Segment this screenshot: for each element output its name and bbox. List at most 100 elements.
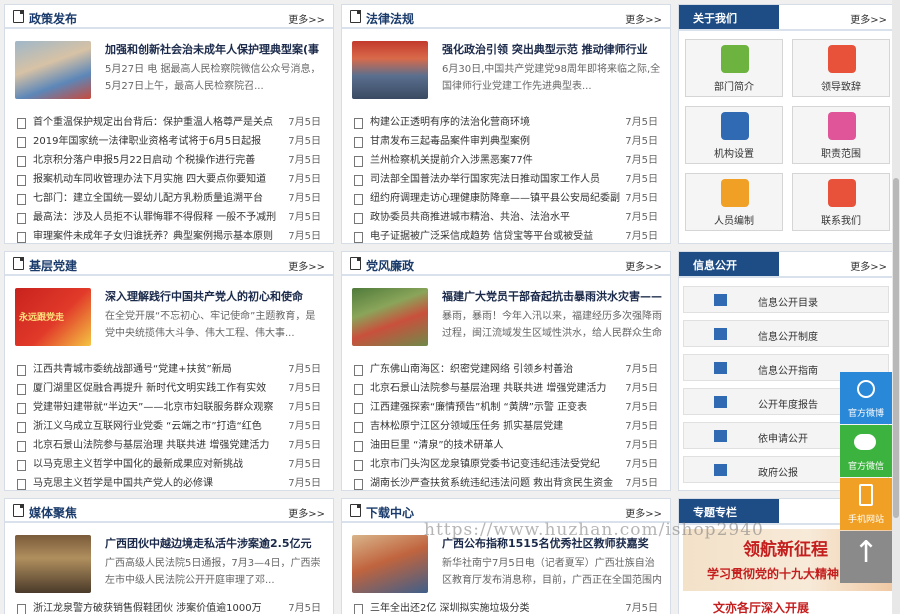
law-feature-image[interactable]	[352, 41, 428, 99]
party-feature[interactable]: 永远跟党走 深入理解践行中国共产党人的初心和使命 在全党开展“不忘初心、牢记使命…	[15, 288, 325, 358]
party-news-list: 江西共青城市委统战部通号“党建+扶贫”新局 7月5日 厦门湖里区促融合再提升 新时…	[15, 360, 323, 490]
news-item[interactable]: 2019年国家统一法律职业资格考试将于6月5日起报 7月5日	[15, 132, 323, 151]
news-item[interactable]: 浙江龙泉警方破获销售假鞋团伙 涉案价值逾1000万 7月5日	[15, 599, 323, 614]
clean-feature[interactable]: 福建广大党员干部奋起抗击暴雨洪水灾害—— 暴雨，暴雨！今年入汛以来，福建经历多次…	[352, 288, 662, 358]
mobile-site-button[interactable]: 手机网站	[840, 478, 892, 530]
policy-feature[interactable]: 加强和创新社会治未成年人保护理典型案(事 5月27日 电 据最高人民检察院微信公…	[15, 41, 325, 111]
law-news-list: 构建公正透明有序的法治化营商环境 7月5日 甘肃发布三起毒品案件审判典型案例 7月5…	[352, 113, 660, 243]
media-feature-title[interactable]: 广西团伙中越边境走私活牛涉案逾2.5亿元	[105, 535, 325, 551]
news-item[interactable]: 甘肃发布三起毒品案件审判典型案例 7月5日	[352, 132, 660, 151]
tile-leader-speech[interactable]: 领导致辞	[792, 39, 890, 97]
policy-feature-image[interactable]	[15, 41, 91, 99]
media-title: 媒体聚焦	[29, 506, 78, 520]
news-item[interactable]: 北京积分落户申报5月22日启动 个税操作进行完善 7月5日	[15, 151, 323, 170]
news-item[interactable]: 吉林松原宁江区分领域压任务 抓实基层党建 7月5日	[352, 417, 660, 436]
news-item[interactable]: 最高法：涉及人员拒不认罪悔罪不得假释 一般不予减刑 7月5日	[15, 208, 323, 227]
law-feature-title[interactable]: 强化政治引领 突出典型示范 推动律师行业	[442, 41, 662, 57]
news-item[interactable]: 以马克思主义哲学中国化的最新成果应对新挑战 7月5日	[15, 455, 323, 474]
policy-feature-title[interactable]: 加强和创新社会治未成年人保护理典型案(事	[105, 41, 325, 57]
clean-title: 党风廉政	[366, 259, 415, 273]
clean-news-list: 广东佛山南海区：织密党建网络 引领乡村善治 7月5日 北京石景山法院参与基层治理 …	[352, 360, 660, 490]
news-item[interactable]: 纽约府调理走访心理健康防降章——镇平县公安局纪委副 7月5日	[352, 189, 660, 208]
media-panel: 媒体聚焦 更多>> 广西团伙中越边境走私活牛涉案逾2.5亿元 广西高级人民法院5…	[4, 498, 334, 614]
phone-icon	[859, 484, 873, 506]
document-icon	[13, 10, 24, 23]
edit-icon	[721, 179, 749, 207]
document-icon	[828, 45, 856, 73]
news-item[interactable]: 构建公正透明有序的法治化营商环境 7月5日	[352, 113, 660, 132]
policy-header: 政策发布 更多>>	[5, 5, 333, 29]
news-item[interactable]: 政协委员共商推进城市精治、共治、法治水平 7月5日	[352, 208, 660, 227]
about-more-link[interactable]: 更多>>	[850, 11, 887, 26]
news-item[interactable]: 广东佛山南海区：织密党建网络 引领乡村善治 7月5日	[352, 360, 660, 379]
news-item[interactable]: 厦门湖里区促融合再提升 新时代文明实践工作有实效 7月5日	[15, 379, 323, 398]
about-title: 关于我们	[693, 12, 737, 25]
download-feature-image[interactable]	[352, 535, 428, 593]
clean-feature-image[interactable]	[352, 288, 428, 346]
news-item[interactable]: 兰州检察机关提前介入涉黑恶案77件 7月5日	[352, 151, 660, 170]
watermark: https://www.huzhan.com/ishop2940	[424, 520, 764, 540]
law-header: 法律法规 更多>>	[342, 5, 670, 29]
tile-staffing[interactable]: 人员编制	[685, 173, 783, 231]
news-item[interactable]: 首个重温保护规定出台背后：保护重温人格尊严是关点 7月5日	[15, 113, 323, 132]
banner-bottom-text[interactable]: 文亦各厅深入开展	[713, 599, 809, 614]
media-news-list: 浙江龙泉警方破获销售假鞋团伙 涉案价值逾1000万 7月5日	[15, 599, 323, 614]
tile-responsibilities[interactable]: 职责范围	[792, 106, 890, 164]
party-more-link[interactable]: 更多>>	[288, 258, 325, 273]
party-feature-desc: 在全党开展“不忘初心、牢记使命”主题教育，是党中央统揽伟大斗争、伟大工程、伟大事…	[105, 311, 316, 339]
news-item[interactable]: 报案机动车同收管理办法下月实施 四大要点你要知道 7月5日	[15, 170, 323, 189]
news-item[interactable]: 江西共青城市委统战部通号“党建+扶贫”新局 7月5日	[15, 360, 323, 379]
policy-more-link[interactable]: 更多>>	[288, 11, 325, 26]
party-title: 基层党建	[29, 259, 78, 273]
document-icon	[350, 10, 361, 23]
weibo-button[interactable]: 官方微博	[840, 372, 892, 424]
document-icon	[714, 362, 727, 374]
book-icon	[714, 294, 727, 306]
wechat-icon	[854, 434, 876, 450]
info-item[interactable]: 信息公开目录	[683, 286, 889, 313]
news-item[interactable]: 北京石景山法院参与基层治理 共联共进 增强党建活力 7月5日	[352, 379, 660, 398]
news-item[interactable]: 油田巨里 “清泉”的技术研革人 7月5日	[352, 436, 660, 455]
about-header: 关于我们	[679, 5, 779, 29]
download-more-link[interactable]: 更多>>	[625, 505, 662, 520]
news-item[interactable]: 党建带妇建带就“半边天”——北京市妇联服务群众观察 7月5日	[15, 398, 323, 417]
special-title: 专题专栏	[693, 506, 737, 519]
back-to-top-button[interactable]: ↑	[840, 531, 892, 583]
party-photo-text: 永远跟党走	[19, 313, 65, 323]
clean-feature-title[interactable]: 福建广大党员干部奋起抗击暴雨洪水灾害——	[442, 288, 662, 304]
news-item[interactable]: 江西建强探索“廉情预告”机制 “黄牌”示警 正变表 7月5日	[352, 398, 660, 417]
tile-org-structure[interactable]: 机构设置	[685, 106, 783, 164]
news-item[interactable]: 湖南长沙严查扶贫系统违纪违法问题 救出背贪民生资金 7月5日	[352, 474, 660, 490]
news-item[interactable]: 浙江义乌成立互联网行业党委 “云端之市”打造“红色 7月5日	[15, 417, 323, 436]
clean-more-link[interactable]: 更多>>	[625, 258, 662, 273]
bar-chart-icon	[714, 464, 727, 476]
download-feature[interactable]: 广西公布指称1515名优秀社区教师获嘉奖 新华社南宁7月5日电（记者夏军）广西壮…	[352, 535, 662, 605]
scrollbar-track[interactable]	[892, 0, 900, 614]
info-more-link[interactable]: 更多>>	[850, 258, 887, 273]
news-item[interactable]: 北京石景山法院参与基层治理 共联共进 增强党建活力 7月5日	[15, 436, 323, 455]
party-feature-title[interactable]: 深入理解践行中国共产党人的初心和使命	[105, 288, 325, 304]
party-feature-image[interactable]: 永远跟党走	[15, 288, 91, 346]
news-item[interactable]: 三年全出还2亿 深圳拟实施垃圾分类 7月5日	[352, 599, 660, 614]
news-item[interactable]: 审理案件未成年子女归谁抚养？典型案例揭示基本原则 7月5日	[15, 227, 323, 243]
tile-contact-us[interactable]: 联系我们	[792, 173, 890, 231]
news-item[interactable]: 司法部全国普法办举行国家宪法日推动国家工作人员 7月5日	[352, 170, 660, 189]
party-panel: 基层党建 更多>> 永远跟党走 深入理解践行中国共产党人的初心和使命 在全党开展…	[4, 251, 334, 491]
tile-department-intro[interactable]: 部门简介	[685, 39, 783, 97]
wechat-button[interactable]: 官方微信	[840, 425, 892, 477]
news-item[interactable]: 北京市门头沟区龙泉镇原党委书记变违纪违法受党纪 7月5日	[352, 455, 660, 474]
news-item[interactable]: 电子证据被广泛采信成趋势 信贷宝等平台或被受益 7月5日	[352, 227, 660, 243]
law-feature[interactable]: 强化政治引领 突出典型示范 推动律师行业 6月30日,中国共产党建党98周年即将…	[352, 41, 662, 111]
stack-icon	[714, 328, 727, 340]
law-title: 法律法规	[366, 12, 415, 26]
news-item[interactable]: 七部门：建立全国统一婴幼儿配方乳粉质量追溯平台 7月5日	[15, 189, 323, 208]
policy-feature-desc: 5月27日 电 据最高人民检察院微信公众号消息，5月27日上午，最高人民检察院召…	[105, 64, 321, 92]
scrollbar-thumb[interactable]	[893, 178, 899, 518]
media-feature[interactable]: 广西团伙中越边境走私活牛涉案逾2.5亿元 广西高级人民法院5日通报，7月3—4日…	[15, 535, 325, 605]
law-more-link[interactable]: 更多>>	[625, 11, 662, 26]
media-feature-image[interactable]	[15, 535, 91, 593]
news-item[interactable]: 马克思主义哲学是中国共产党人的必修课 7月5日	[15, 474, 323, 490]
download-news-list: 三年全出还2亿 深圳拟实施垃圾分类 7月5日	[352, 599, 660, 614]
info-item[interactable]: 信息公开制度	[683, 320, 889, 347]
media-more-link[interactable]: 更多>>	[288, 505, 325, 520]
